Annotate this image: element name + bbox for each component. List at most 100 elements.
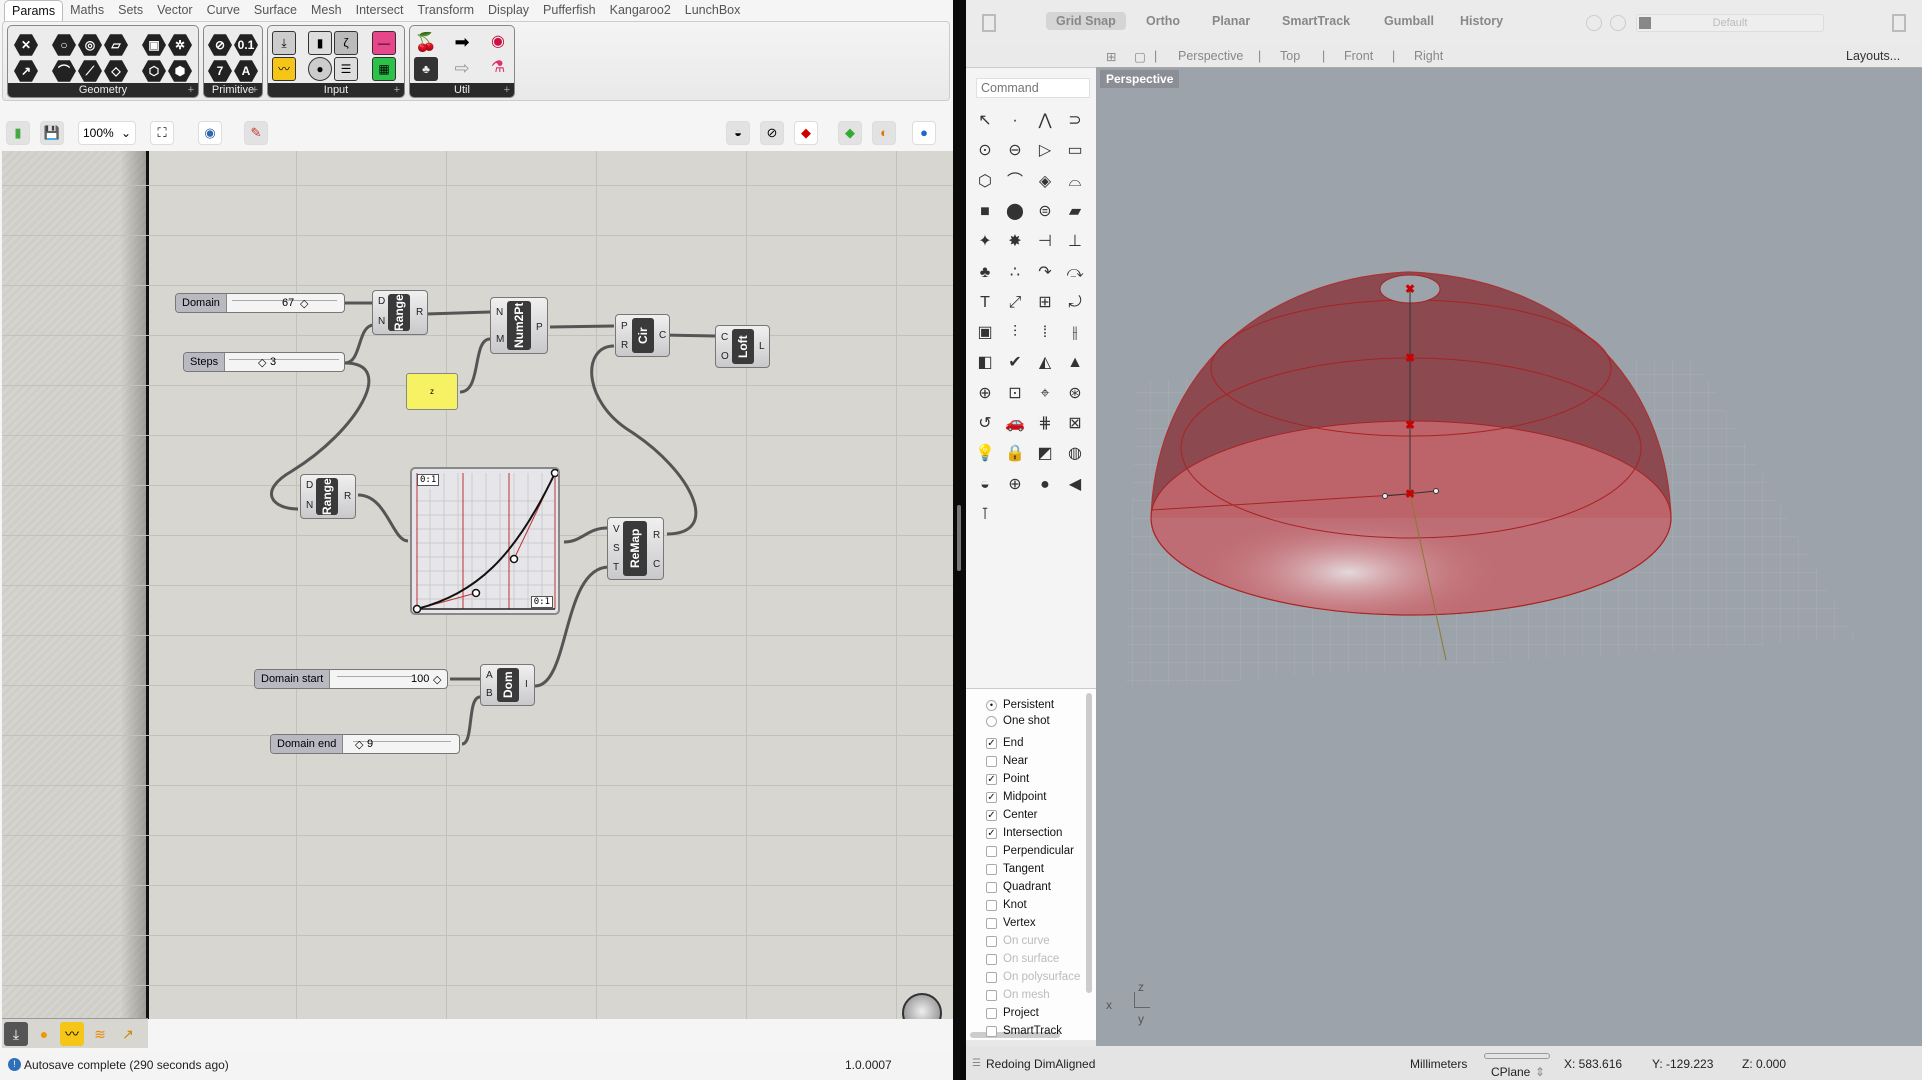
plane-param-icon[interactable]: ◇ [104,60,128,82]
zoom-select[interactable]: 100% ⌄ [78,121,136,145]
ellipse-icon[interactable]: ⊖ [1002,138,1028,164]
osnap-scrollbar[interactable] [1086,693,1092,993]
cone-icon[interactable]: ◀ [1062,472,1088,498]
zoom-extents-icon[interactable]: ⛶ [150,121,174,145]
checkbox[interactable]: ✓ [986,773,997,785]
graph-mapper-icon[interactable]: 〰 [272,57,296,81]
rectangle-icon[interactable]: ▭ [1062,138,1088,164]
mirror-icon[interactable]: ⫲ [1062,320,1088,346]
checkbox[interactable] [986,917,997,929]
check-icon[interactable]: ✔ [1002,350,1028,376]
box-param-icon[interactable]: ⬡ [142,60,166,82]
bake-icon[interactable]: ◆ [838,121,862,145]
checkbox[interactable] [986,755,997,767]
layer-select[interactable]: Default [1636,14,1824,32]
boolean-param-icon[interactable]: ⊘ [208,34,232,56]
checkbox[interactable]: ✓ [986,737,997,749]
construct-domain-component[interactable]: A B Dom I [480,664,535,706]
remap-component[interactable]: V S T ReMap R C [607,517,664,580]
range-component-2[interactable]: D N Range R [300,474,356,519]
wire-widget-icon[interactable]: ≋ [88,1022,112,1046]
layouts-button[interactable]: Layouts... [1846,49,1900,63]
perspective-viewport[interactable]: ✖ ✖ ✖ ✖ Perspective z x y [1096,68,1922,1046]
gradient-icon[interactable]: — [372,31,396,55]
cplane-select[interactable]: CPlane ⇕ [1484,1053,1550,1079]
split-icon[interactable]: ✦ [972,229,998,255]
field-param-icon[interactable]: ⬢ [168,60,192,82]
radio[interactable]: • [986,699,997,711]
geometry-param-icon[interactable]: ✕ [14,34,38,56]
data-input-arrow-icon[interactable]: ⇨ [450,57,474,81]
steps-slider[interactable]: Steps ◇ 3 [183,352,345,372]
toggle-ortho[interactable]: Ortho [1146,14,1180,28]
tab-mesh[interactable]: Mesh [304,0,349,22]
polygon-icon[interactable]: ⬡ [972,169,998,195]
cherry-picker-icon[interactable]: 🍒 [414,31,438,55]
sketch-pen-icon[interactable]: ✎ [244,121,268,145]
surface-param-icon[interactable]: ▱ [104,34,128,56]
toggle-gumball[interactable]: Gumball [1384,14,1434,28]
circle-icon[interactable]: ⊙ [972,138,998,164]
control-knob-icon[interactable]: ● [308,57,332,81]
zoom-selected-icon[interactable]: ⊛ [1062,381,1088,407]
surface-pts-icon[interactable]: ◈ [1032,169,1058,195]
checkbox[interactable] [986,1025,997,1037]
osnap-smarttrack[interactable]: SmartTrack [986,1025,1062,1037]
trim-icon[interactable]: ⊣ [1032,229,1058,255]
tab-sets[interactable]: Sets [111,0,150,22]
tab-lunchbox[interactable]: LunchBox [678,0,748,22]
toggle-grid-snap[interactable]: Grid Snap [1046,12,1126,30]
circle-component[interactable]: P R Cir C [615,314,670,357]
window-divider[interactable] [953,0,966,1080]
vector-param-icon[interactable]: ↗ [14,60,38,82]
osnap-intersection[interactable]: ✓ Intersection [986,827,1062,839]
light-icon[interactable]: 💡 [972,441,998,467]
explode-icon[interactable]: ✸ [1002,229,1028,255]
blue-sphere-icon[interactable]: ● [1032,472,1058,498]
grid-cplane-icon[interactable]: ⋕ [1032,411,1058,437]
osnap-point[interactable]: ✓ Point [986,773,1029,785]
osnap-knot[interactable]: Knot [986,899,1027,911]
checkbox[interactable] [986,845,997,857]
car-icon[interactable]: 🚗 [1002,411,1028,437]
checkbox[interactable]: ✓ [986,827,997,839]
text-param-icon[interactable]: A [234,60,258,82]
osnap-near[interactable]: Near [986,755,1028,767]
tab-transform[interactable]: Transform [411,0,482,22]
solid-edit-icon[interactable]: ▣ [972,320,998,346]
graph-curve[interactable] [412,469,558,613]
graph-mapper[interactable]: 0:1 0:1 [410,467,560,615]
dimension-icon[interactable]: ⊺ [972,502,998,528]
integer-param-icon[interactable]: 7 [208,60,232,82]
osnap-mode-persistent[interactable]: • Persistent [986,699,1054,711]
group-icon[interactable]: ♣ [972,260,998,286]
num2pt-component[interactable]: N M Num2Pt P [490,297,548,354]
number-param-icon[interactable]: 0.1 [234,34,258,56]
points-icon[interactable]: ∴ [1002,260,1028,286]
checkbox[interactable] [986,863,997,875]
lock-icon[interactable]: 🔒 [1002,441,1028,467]
viewport-label[interactable]: Perspective [1100,70,1180,88]
fillet-icon[interactable]: ⌒ [1002,169,1028,195]
right-sidebar-toggle-icon[interactable] [1892,14,1906,32]
open-file-icon[interactable]: ▮ [6,121,30,145]
osnap-perpendicular[interactable]: Perpendicular [986,845,1074,857]
boolean-toggle-icon[interactable]: ▮ [308,31,332,55]
polyline-icon[interactable]: ⋀ [1032,108,1058,134]
arc-param-icon[interactable]: ⌒ [52,60,76,82]
tab-surface[interactable]: Surface [247,0,304,22]
mesh-param-icon[interactable]: ✲ [168,34,192,56]
checkbox[interactable] [986,899,997,911]
osnap-end[interactable]: ✓ End [986,737,1023,749]
tab-display[interactable]: Display [481,0,536,22]
tab-perspective[interactable]: Perspective [1178,49,1243,63]
relay-arrow-icon[interactable]: ➡ [450,31,474,55]
osnap-center[interactable]: ✓ Center [986,809,1038,821]
button-icon[interactable]: ζ [334,31,358,55]
toggle-history[interactable]: History [1460,14,1503,28]
slider-handle-icon[interactable]: ◇ [258,356,266,369]
four-viewports-icon[interactable]: ⊞ [1106,49,1116,64]
domain-end-slider[interactable]: Domain end ◇ 9 [270,734,460,754]
toggle-smarttrack[interactable]: SmartTrack [1282,14,1350,28]
sphere-icon[interactable]: ● [912,121,936,145]
